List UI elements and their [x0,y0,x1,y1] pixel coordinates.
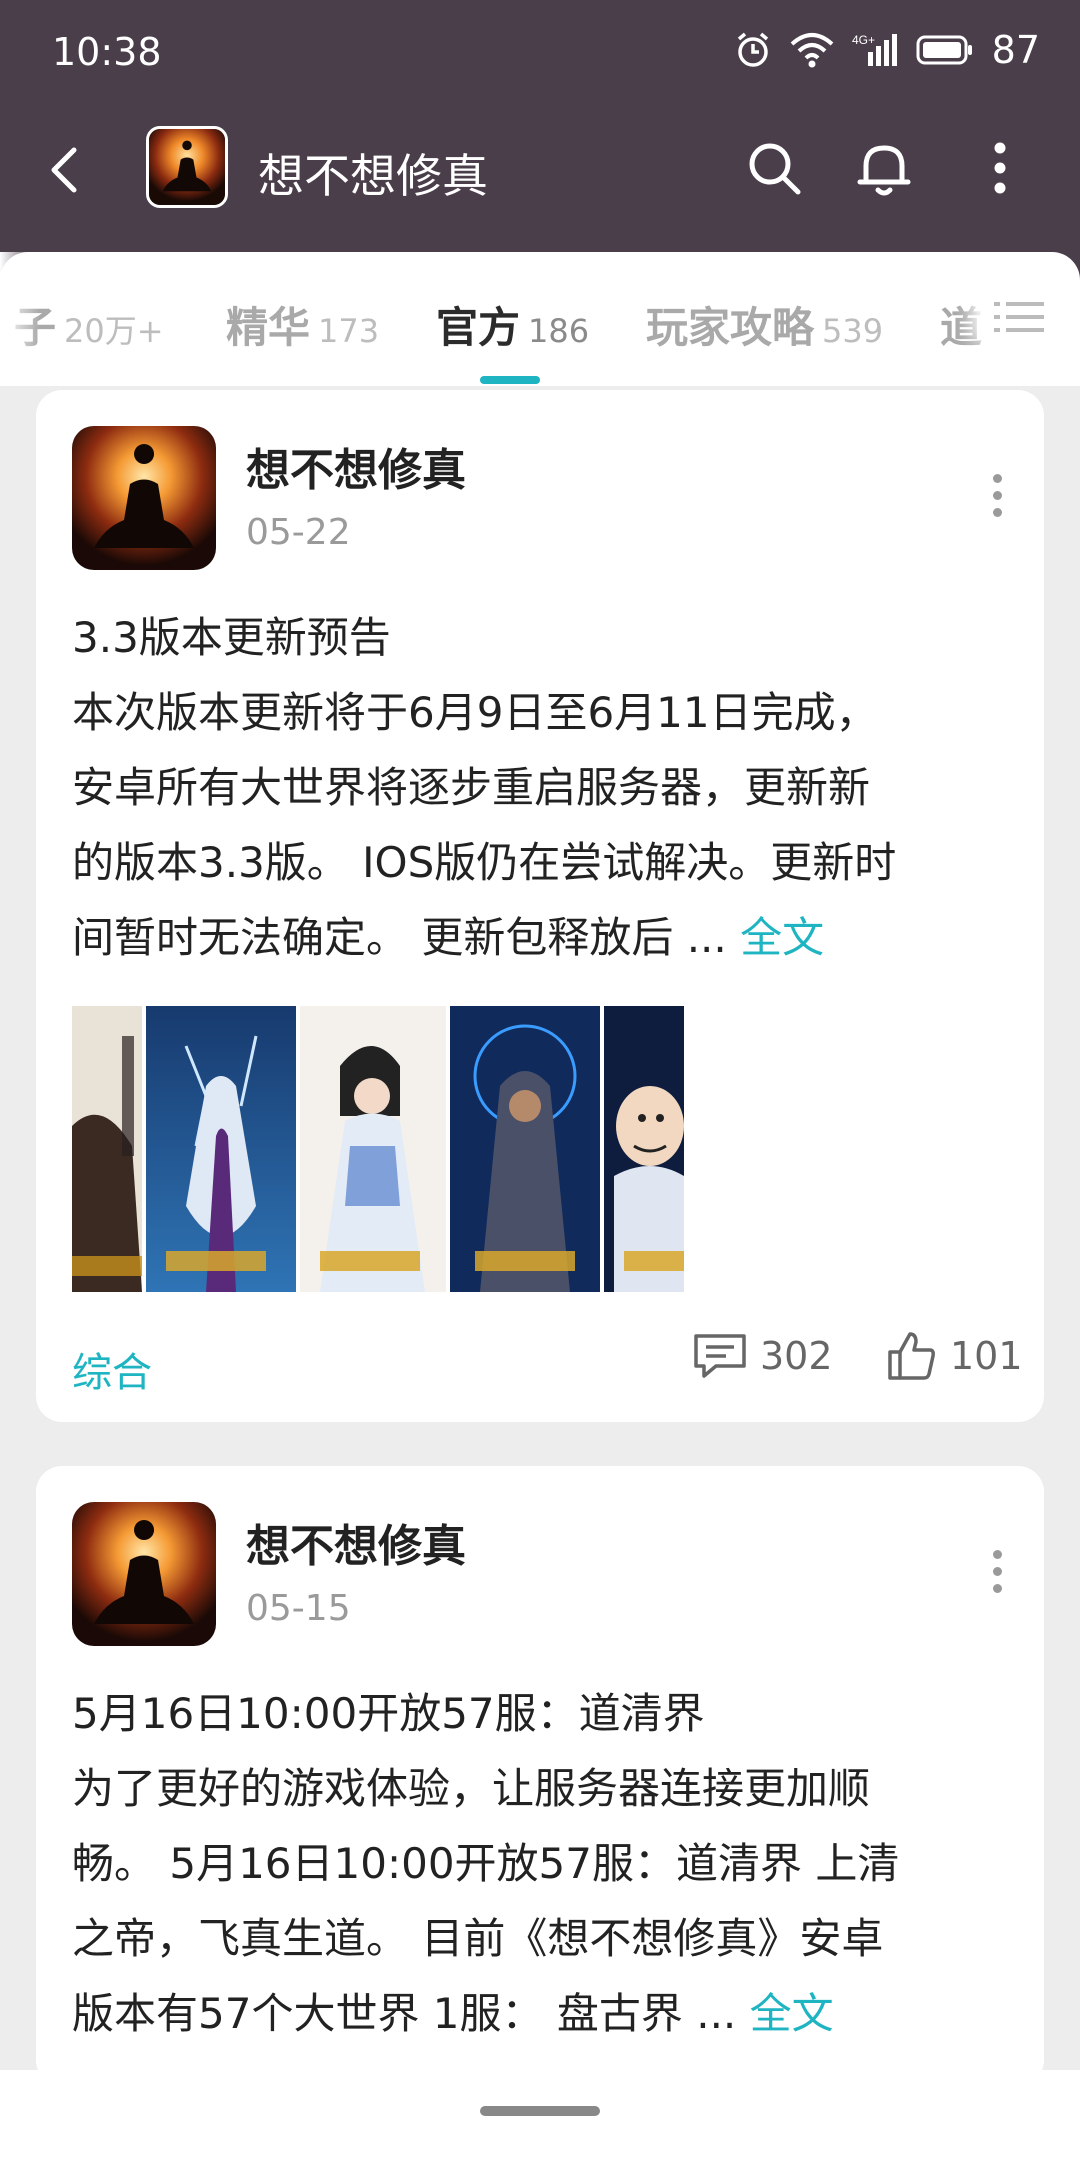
post-more-icon[interactable] [990,1550,1004,1600]
alarm-icon [737,32,768,67]
battery-icon [916,35,972,65]
post-card[interactable]: 想不想修真 05-15 5月16日10:00开放57服：道清界 为了更好的游戏体… [36,1466,1044,2086]
comment-count: 302 [760,1334,833,1378]
read-more-link[interactable]: 全文 [740,913,824,962]
like-button[interactable]: 101 [886,1330,1023,1382]
image-gallery[interactable] [72,1006,692,1292]
post-more-icon[interactable] [990,474,1004,524]
bell-icon[interactable] [852,136,916,200]
post-image[interactable] [450,1006,600,1292]
tab-featured[interactable]: 精华 173 [226,294,379,355]
svg-text:4G+: 4G+ [852,33,875,47]
back-arrow-icon[interactable] [36,140,96,200]
post-image[interactable] [146,1006,296,1292]
post-card[interactable]: 想不想修真 05-22 3.3版本更新预告 本次版本更新将于6月9日至6月11日… [36,390,1044,1422]
author-name[interactable]: 想不想修真 [246,434,466,498]
wifi-icon [790,33,833,68]
category-tabs: 子 20万+ 精华 173 官方 186 玩家攻略 539 道 [0,252,1080,386]
search-icon[interactable] [742,136,806,200]
page-title: 想不想修真 [258,149,488,203]
post-title: 5月16日10:00开放57服：道清界 [72,1689,705,1738]
post-image[interactable] [72,1006,142,1292]
tab-official[interactable]: 官方 186 [436,294,589,355]
home-gesture-handle[interactable] [480,2106,600,2116]
post-image[interactable] [604,1006,684,1292]
system-nav-bar [0,2070,1080,2160]
post-body[interactable]: 5月16日10:00开放57服：道清界 为了更好的游戏体验，让服务器连接更加顺 … [72,1676,1022,2051]
tab-list-button[interactable] [990,292,1050,342]
more-vertical-icon[interactable] [968,136,1032,200]
tab-player-guides[interactable]: 玩家攻略 539 [646,294,883,355]
read-more-link[interactable]: 全文 [750,1989,834,2038]
list-icon [994,302,1044,332]
post-title: 3.3版本更新预告 [72,613,391,662]
status-icons: 4G+ 87 [734,28,1040,72]
game-logo[interactable] [146,126,228,208]
post-category-tag[interactable]: 综合 [72,1340,152,1398]
status-bar: 10:38 4G+ 87 [0,0,1080,110]
author-avatar[interactable] [72,1502,216,1646]
status-time: 10:38 [52,30,162,74]
battery-level: 87 [991,28,1040,72]
post-image[interactable] [300,1006,446,1292]
post-body[interactable]: 3.3版本更新预告 本次版本更新将于6月9日至6月11日完成， 安卓所有大世界将… [72,600,1022,975]
author-avatar[interactable] [72,426,216,570]
post-date: 05-15 [246,1588,351,1629]
app-bar: 想不想修真 [0,120,1080,220]
comment-button[interactable]: 302 [692,1330,833,1382]
post-date: 05-22 [246,512,351,553]
header: 10:38 4G+ 87 想不想修真 [0,0,1080,280]
like-count: 101 [950,1334,1023,1378]
cellular-signal-icon: 4G+ [852,33,897,66]
author-name[interactable]: 想不想修真 [246,1510,466,1574]
tab-partial[interactable]: 道 [940,294,982,355]
active-tab-indicator [480,376,540,384]
tab-fade [0,252,40,382]
comment-icon [694,1334,746,1378]
thumbs-up-icon [888,1332,935,1380]
